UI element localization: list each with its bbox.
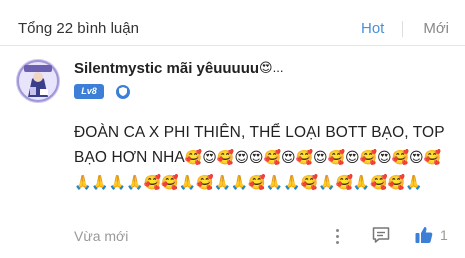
comment-count: Tổng 22 bình luận [18,20,139,37]
tab-new[interactable]: Mới [423,20,449,37]
reply-icon[interactable] [371,225,391,250]
comment-body: ĐOÀN CA X PHI THIÊN, THỂ LOẠI BOTT BẠO, … [74,120,454,195]
level-badge: Lv8 [74,84,104,99]
sort-tabs: Hot Mới [361,20,449,37]
like-icon [415,227,433,243]
like-count: 1 [440,227,448,243]
avatar[interactable] [16,59,60,103]
user-badges: Lv8 [74,84,130,99]
tab-hot[interactable]: Hot [361,20,384,37]
comment-time: Vừa mới [74,228,129,244]
more-icon[interactable] [332,226,342,246]
shield-icon [116,84,130,99]
comments-header: Tổng 22 bình luận Hot Mới [0,0,465,46]
username-suffix: 😍... [259,60,284,75]
username[interactable]: Silentmystic mãi yêuuuuu😍... [74,60,283,77]
tab-divider [402,20,404,37]
comment-item: Silentmystic mãi yêuuuuu😍... Lv8 ĐOÀN CA… [0,46,465,258]
comment-footer: Vừa mới 1 [74,224,454,248]
username-text: Silentmystic mãi yêuuuuu [74,60,260,77]
like-button[interactable]: 1 [414,225,448,245]
